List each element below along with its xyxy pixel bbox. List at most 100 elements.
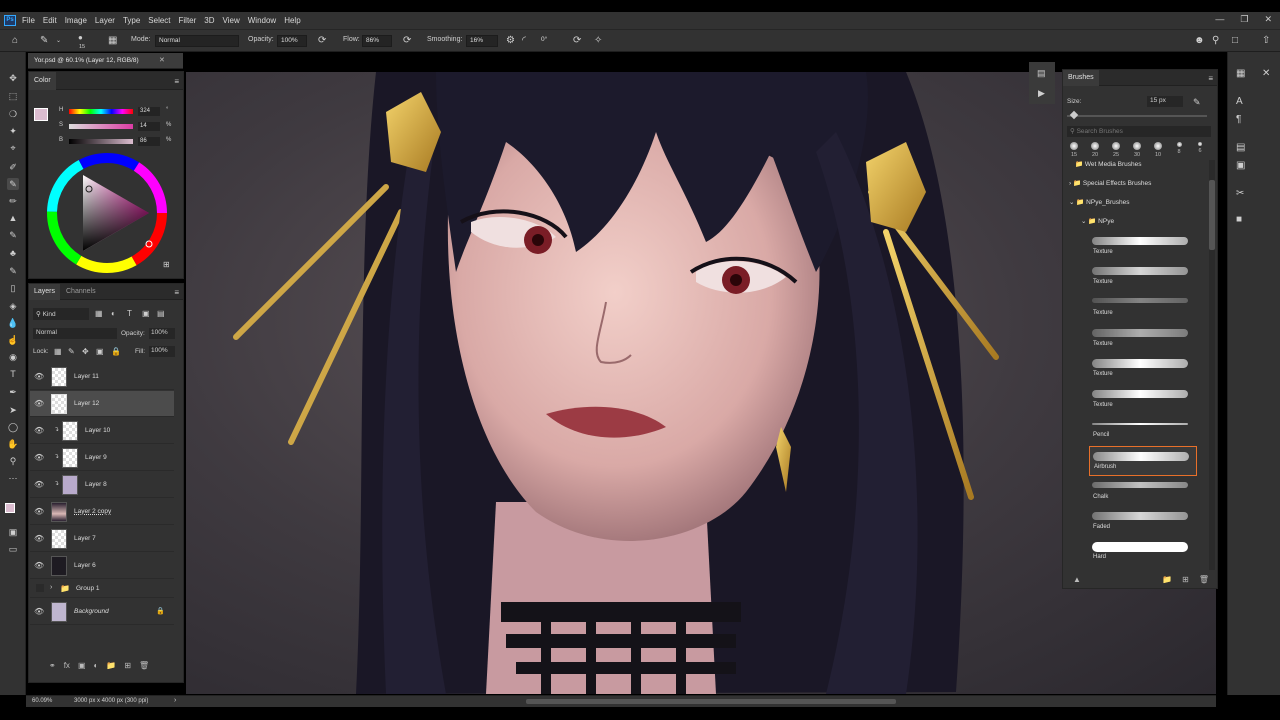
eyedropper-tool-icon[interactable]: ✐ (7, 161, 19, 173)
chevron-down-icon[interactable]: ⌄ (56, 36, 61, 46)
pencil-tool-icon[interactable]: ✏ (7, 195, 19, 207)
brush-preset-picker-icon[interactable]: ● (78, 33, 83, 43)
brush-preset[interactable]: 15 (1067, 142, 1081, 158)
paint-bucket-tool-icon[interactable]: ◈ (7, 300, 19, 312)
layer-group-row[interactable]: › 📁 Group 1 (30, 580, 174, 598)
visibility-eye-icon[interactable]: 👁 (34, 480, 44, 489)
brush-preset[interactable]: 10 (1151, 142, 1165, 158)
chevron-right-icon[interactable]: › (50, 584, 52, 591)
filter-adjustment-icon[interactable]: ◐ (111, 309, 116, 318)
layer-row[interactable]: 👁 Layer 6 (30, 553, 174, 579)
lock-position-icon[interactable]: ✥ (82, 347, 89, 356)
size-field[interactable]: 15 px (1147, 96, 1183, 107)
foreground-color-swatch[interactable] (5, 503, 15, 513)
menu-filter[interactable]: Filter (179, 16, 197, 25)
zoom-level[interactable]: 60.09% (32, 698, 52, 704)
brush-item[interactable]: Texture (1089, 354, 1197, 384)
brush-list-scrollbar[interactable] (1209, 160, 1215, 570)
delete-brush-icon[interactable]: 🗑 (1199, 575, 1209, 587)
close-icon[interactable]: ✕ (1264, 14, 1272, 25)
brushes-tab[interactable]: Brushes (1063, 70, 1099, 86)
gear-icon[interactable]: ⚙ (506, 36, 515, 46)
add-mask-icon[interactable]: ▣ (78, 661, 86, 673)
horizontal-scrollbar[interactable] (526, 699, 896, 704)
adjustment-layer-icon[interactable]: ◐ (94, 661, 99, 673)
collapse-icon[interactable]: ✕ (1262, 68, 1270, 79)
menu-image[interactable]: Image (65, 16, 87, 25)
fill-field[interactable]: 100% (149, 346, 175, 357)
pressure-size-icon[interactable]: ⟳ (573, 36, 581, 46)
document-tab[interactable]: Yor.psd @ 60.1% (Layer 12, RGB/8) ✕ (28, 53, 183, 69)
menu-3d[interactable]: 3D (204, 16, 214, 25)
new-group-icon[interactable]: 📁 (1162, 575, 1172, 587)
channels-tab[interactable]: Channels (61, 284, 101, 300)
type-tool-icon[interactable]: T (7, 368, 19, 380)
smudge-tool-icon[interactable]: ☝ (7, 334, 19, 346)
filter-type-icon[interactable]: T (127, 309, 132, 318)
size-slider[interactable] (1067, 115, 1207, 117)
menu-edit[interactable]: Edit (43, 16, 57, 25)
saturation-track[interactable] (69, 124, 133, 129)
close-document-icon[interactable]: ✕ (159, 56, 165, 64)
brush-preset[interactable]: 25 (1109, 142, 1123, 158)
visibility-eye-icon[interactable]: 👁 (34, 607, 44, 616)
crop-tool-icon[interactable]: ⌖ (7, 142, 19, 154)
dodge-tool-icon[interactable]: ◉ (7, 351, 19, 363)
clone-stamp-tool-icon[interactable]: ▲ (7, 212, 19, 224)
saturation-value[interactable]: 14 (138, 122, 160, 131)
panel-menu-icon[interactable]: ≡ (174, 77, 179, 86)
color-wheel[interactable] (45, 151, 169, 275)
hue-track[interactable] (69, 109, 133, 114)
eraser-tool-icon[interactable]: ▯ (7, 282, 19, 294)
brush-preset[interactable]: 8 (1172, 142, 1186, 155)
delete-layer-icon[interactable]: 🗑 (139, 661, 149, 673)
home-icon[interactable]: ⌂ (12, 36, 18, 46)
filter-pixel-icon[interactable]: ▦ (95, 309, 103, 318)
layer-opacity-field[interactable]: 100% (149, 328, 175, 339)
path-selection-tool-icon[interactable]: ➤ (7, 404, 19, 416)
brush-preset[interactable]: 30 (1130, 142, 1144, 158)
brush-tool-icon[interactable]: ✎ (40, 36, 48, 46)
airbrush-icon[interactable]: ⟳ (403, 36, 411, 46)
filter-shape-icon[interactable]: ▣ (142, 309, 150, 318)
fx-icon[interactable]: fx (64, 661, 70, 673)
menu-view[interactable]: View (223, 16, 240, 25)
opacity-field[interactable]: 100% (277, 35, 307, 47)
libraries-icon[interactable]: ▦ (1236, 68, 1245, 79)
tools-icon[interactable]: ✂ (1236, 188, 1244, 199)
search-icon[interactable]: ⚲ (1212, 36, 1219, 46)
brush-item[interactable]: Texture (1089, 385, 1197, 415)
minimize-icon[interactable]: — (1215, 14, 1224, 25)
visibility-eye-icon[interactable]: 👁 (34, 453, 44, 462)
lock-pixels-icon[interactable]: ✎ (68, 347, 75, 356)
visibility-eye-icon[interactable]: 👁 (34, 507, 44, 516)
quick-mask-icon[interactable]: ▣ (7, 526, 19, 538)
brush-preview-icon[interactable]: ▲ (1073, 575, 1081, 587)
brush-preset[interactable]: 20 (1088, 142, 1102, 158)
layers-tab[interactable]: Layers (29, 284, 61, 300)
history-brush-tool-icon[interactable]: ✎ (7, 265, 19, 277)
pressure-opacity-icon[interactable]: ⟳ (318, 36, 326, 46)
hue-slider[interactable]: H 324 ° (59, 107, 189, 117)
menu-type[interactable]: Type (123, 16, 140, 25)
new-brush-icon[interactable]: ⊞ (1182, 575, 1189, 587)
color-options-icon[interactable]: ⊞ (163, 260, 170, 269)
new-layer-icon[interactable]: ⊞ (124, 661, 131, 673)
paragraph-icon[interactable]: ¶ (1236, 114, 1241, 125)
properties-icon[interactable]: ▤ (1236, 142, 1245, 153)
mode-dropdown[interactable]: Normal (155, 35, 239, 47)
layer-filter-dropdown[interactable]: ⚲ Kind (33, 308, 89, 320)
brush-preset[interactable]: 6 (1193, 142, 1207, 154)
menu-select[interactable]: Select (148, 16, 170, 25)
zoom-tool-icon[interactable]: ⚲ (7, 455, 19, 467)
brush-folder[interactable]: 📁 Wet Media Brushes (1075, 160, 1142, 168)
brush-item[interactable]: Hard (1089, 537, 1197, 567)
stamp-tool-icon[interactable]: ♣ (7, 247, 19, 259)
brightness-value[interactable]: 86 (138, 137, 160, 146)
link-layers-icon[interactable]: ⚭ (49, 661, 56, 673)
angle-field[interactable]: 0° (538, 35, 560, 47)
layer-row-selected[interactable]: 👁 Layer 12 (30, 391, 174, 417)
character-icon[interactable]: A (1236, 96, 1243, 107)
filter-smart-icon[interactable]: ▤ (157, 309, 165, 318)
brush-item[interactable]: Pencil (1089, 415, 1197, 445)
